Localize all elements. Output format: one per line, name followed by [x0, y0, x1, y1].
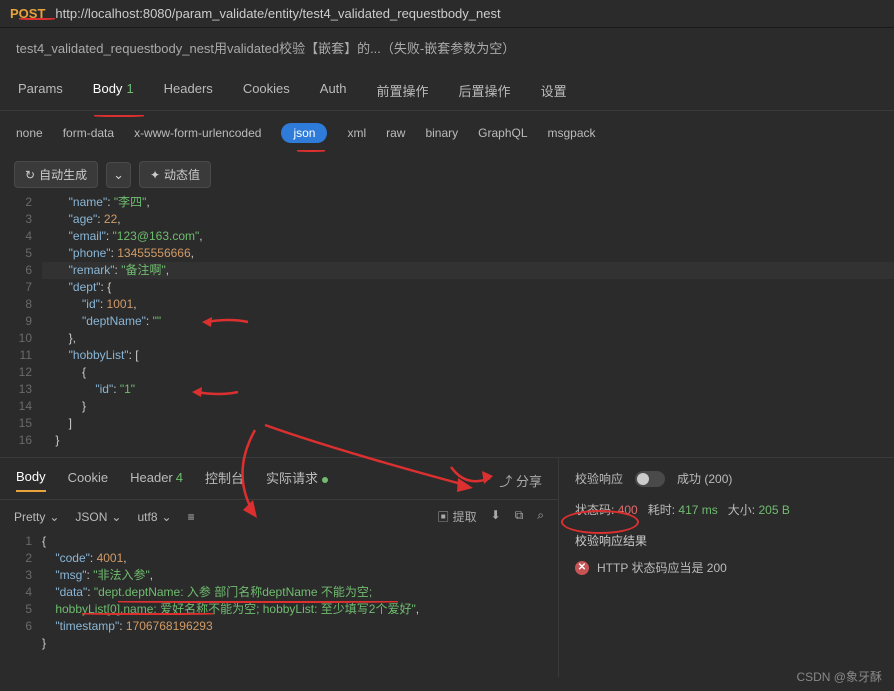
- resp-tab-Cookie[interactable]: Cookie: [68, 470, 108, 491]
- body-type-none[interactable]: none: [16, 126, 43, 140]
- body-type-x-www-form-urlencoded[interactable]: x-www-form-urlencoded: [134, 126, 261, 140]
- response-panel: Body Cookie Header4 控制台实际请求 ⤴ 分享 Pretty ⌄ JS…: [0, 457, 894, 677]
- tab-body[interactable]: Body1: [91, 71, 136, 110]
- response-right-panel: 校验响应 成功 (200) 状态码: 400 耗时: 417 ms 大小: 20…: [559, 458, 894, 677]
- response-tabs: Body Cookie Header4 控制台实际请求 ⤴ 分享: [0, 458, 558, 500]
- body-type-xml[interactable]: xml: [347, 126, 366, 140]
- tab-前置操作[interactable]: 前置操作: [375, 71, 431, 110]
- tab-cookies[interactable]: Cookies: [241, 71, 292, 110]
- tab-设置[interactable]: 设置: [539, 71, 569, 110]
- tab-params[interactable]: Params: [16, 71, 65, 110]
- response-stats: 状态码: 400 耗时: 417 ms 大小: 205 B: [575, 501, 878, 518]
- copy-icon[interactable]: ⧉: [515, 508, 524, 525]
- verify-result-item: ✕ HTTP 状态码应当是 200: [575, 559, 878, 576]
- tab-headers[interactable]: Headers: [162, 71, 215, 110]
- request-tabs: Params Body1 Headers Cookies Auth 前置操作后置操作设置: [0, 71, 894, 111]
- encoding-dropdown[interactable]: utf8 ⌄: [137, 510, 171, 524]
- format-icon[interactable]: ≡: [188, 510, 195, 524]
- response-left: Body Cookie Header4 控制台实际请求 ⤴ 分享 Pretty ⌄ JS…: [0, 458, 559, 677]
- url-bar: POST http://localhost:8080/param_validat…: [0, 0, 894, 28]
- editor-toolbar: ↻ 自动生成 ⌄ ✦ 动态值: [0, 155, 894, 194]
- response-toolbar: Pretty ⌄ JSON ⌄ utf8 ⌄ ≡ ▣ 提取 ⬇ ⧉ ⌕: [0, 500, 558, 533]
- format-dropdown[interactable]: JSON ⌄: [75, 510, 121, 524]
- time-value: 417 ms: [678, 503, 717, 517]
- pretty-dropdown[interactable]: Pretty ⌄: [14, 510, 59, 524]
- body-type-form-data[interactable]: form-data: [63, 126, 114, 140]
- resp-tab-Body[interactable]: Body: [16, 469, 46, 492]
- tab-auth[interactable]: Auth: [318, 71, 349, 110]
- verify-response-label: 校验响应: [575, 470, 623, 487]
- fail-icon: ✕: [575, 561, 589, 575]
- status-code-value: 400: [618, 503, 638, 517]
- resp-tab-Header[interactable]: Header4: [130, 470, 183, 491]
- auto-generate-button[interactable]: ↻ 自动生成: [14, 161, 98, 188]
- body-type-GraphQL[interactable]: GraphQL: [478, 126, 527, 140]
- request-body-editor[interactable]: 2345678910111213141516 "name": "李四", "ag…: [0, 194, 894, 449]
- response-body-viewer[interactable]: 123456{ "code": 4001, "msg": "非法入参", "da…: [0, 533, 558, 677]
- share-button[interactable]: ⤴ 分享: [499, 471, 542, 490]
- resp-tab-实际请求[interactable]: 实际请求: [266, 468, 328, 493]
- verify-result-title: 校验响应结果: [575, 532, 878, 549]
- http-method[interactable]: POST: [10, 6, 45, 21]
- body-type-msgpack[interactable]: msgpack: [548, 126, 596, 140]
- body-type-binary[interactable]: binary: [425, 126, 458, 140]
- body-type-json[interactable]: json: [281, 123, 327, 143]
- search-icon[interactable]: ⌕: [537, 508, 544, 525]
- watermark: CSDN @象牙酥: [796, 668, 882, 685]
- dynamic-value-button[interactable]: ✦ 动态值: [139, 161, 211, 188]
- verify-success-label: 成功 (200): [677, 470, 732, 487]
- tab-后置操作[interactable]: 后置操作: [457, 71, 513, 110]
- size-value: 205 B: [758, 503, 789, 517]
- verify-toggle[interactable]: [635, 471, 665, 487]
- request-description: test4_validated_requestbody_nest用validat…: [0, 28, 894, 71]
- resp-tab-控制台[interactable]: 控制台: [205, 468, 244, 493]
- url-input[interactable]: http://localhost:8080/param_validate/ent…: [55, 6, 500, 21]
- download-icon[interactable]: ⬇: [491, 508, 501, 525]
- extract-button[interactable]: ▣ 提取: [437, 508, 476, 525]
- auto-generate-chevron[interactable]: ⌄: [106, 162, 131, 188]
- body-type-row: none form-data x-www-form-urlencoded json xm…: [0, 111, 894, 155]
- body-type-raw[interactable]: raw: [386, 126, 405, 140]
